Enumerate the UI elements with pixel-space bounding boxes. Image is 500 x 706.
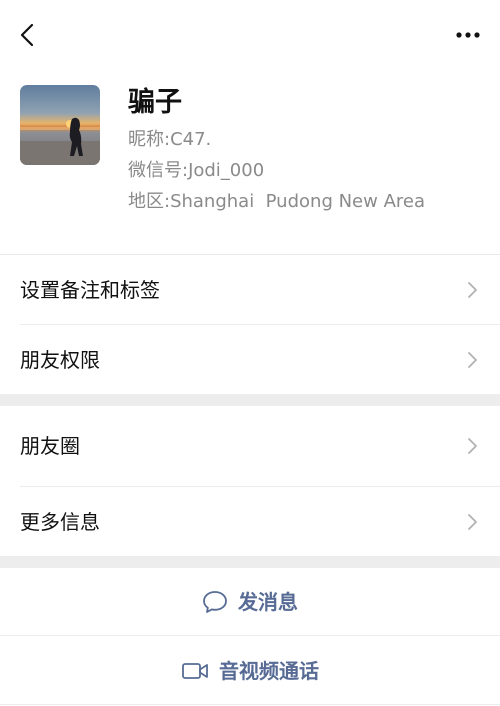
section-gap	[0, 394, 500, 406]
send-message-label: 发消息	[238, 589, 298, 614]
row-more-info[interactable]: 更多信息	[0, 487, 500, 556]
sunset-beach-photo	[20, 85, 100, 165]
video-camera-icon	[182, 662, 208, 679]
row-label: 设置备注和标签	[20, 277, 160, 302]
row-label: 朋友权限	[20, 347, 100, 372]
divider	[0, 704, 500, 705]
avatar[interactable]	[20, 85, 100, 165]
chat-bubble-icon	[203, 590, 227, 613]
chevron-right-icon	[468, 513, 477, 530]
region-text: 地区:Shanghai Pudong New Area	[128, 191, 425, 212]
chevron-right-icon	[468, 437, 477, 454]
send-message-button[interactable]: 发消息	[0, 567, 500, 636]
row-remarks-tags[interactable]: 设置备注和标签	[0, 255, 500, 324]
more-dots-icon	[456, 32, 480, 38]
video-call-button[interactable]: 音视频通话	[0, 636, 500, 705]
profile-header: 骗子 昵称:C47. 微信号:Jodi_000 地区:Shanghai Pudo…	[0, 72, 500, 254]
video-call-label: 音视频通话	[219, 658, 319, 683]
row-label: 更多信息	[20, 509, 100, 534]
row-friend-permissions[interactable]: 朋友权限	[0, 325, 500, 394]
row-label: 朋友圈	[20, 433, 80, 458]
chevron-left-icon	[20, 23, 34, 47]
more-button[interactable]	[450, 18, 486, 52]
contact-name: 骗子	[128, 87, 182, 118]
wechat-id-text: 微信号:Jodi_000	[128, 160, 265, 181]
top-bar	[0, 0, 500, 72]
nickname-text: 昵称:C47.	[128, 129, 212, 150]
back-button[interactable]	[10, 18, 44, 52]
chevron-right-icon	[468, 281, 477, 298]
chevron-right-icon	[468, 351, 477, 368]
row-moments[interactable]: 朋友圈	[0, 411, 500, 480]
